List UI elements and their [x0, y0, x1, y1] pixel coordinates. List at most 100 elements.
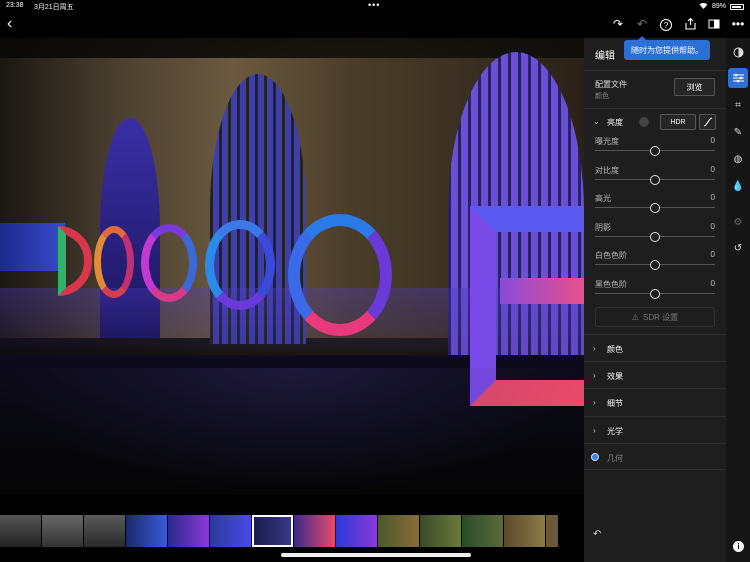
slider-knob[interactable] — [650, 260, 660, 271]
chevron-down-icon: ⌄ — [593, 117, 600, 126]
slider-knob[interactable] — [650, 231, 660, 242]
divider — [584, 108, 726, 109]
sdr-settings-button[interactable]: ⚠ SDR 设置 — [595, 307, 715, 327]
reflection — [0, 368, 584, 495]
versions-icon[interactable]: ⚙ — [728, 212, 748, 232]
filmstrip-thumb[interactable] — [462, 515, 503, 547]
filmstrip-thumb[interactable] — [546, 515, 558, 547]
battery-percent: 89% — [711, 3, 726, 10]
chevron-right-icon: › — [593, 426, 596, 435]
sdr-settings-label: SDR 设置 — [643, 312, 679, 322]
battery-icon — [730, 3, 744, 10]
home-indicator — [281, 553, 471, 557]
help-icon: ? — [660, 19, 672, 31]
slider-row[interactable]: 阴影 0 — [584, 222, 726, 250]
filmstrip-thumb[interactable] — [210, 515, 251, 547]
filmstrip-thumb[interactable] — [126, 515, 167, 547]
slider-value: 0 — [710, 279, 715, 288]
filmstrip-thumb[interactable] — [336, 515, 377, 547]
section-label: 细节 — [607, 399, 623, 408]
divider — [584, 70, 726, 71]
geometry-section-header[interactable]: 几何 — [584, 443, 726, 470]
warning-icon: ⚠ — [631, 312, 640, 322]
filmstrip — [0, 515, 584, 547]
share-icon[interactable] — [682, 16, 698, 32]
multitask-dots-icon[interactable]: ••• — [368, 0, 380, 10]
color-icon[interactable]: 💧 — [728, 176, 748, 196]
slider-value: 0 — [710, 250, 715, 260]
chevron-right-icon: › — [593, 344, 596, 353]
filmstrip-thumb[interactable] — [84, 515, 125, 547]
slider-label: 曝光度 — [595, 137, 619, 146]
slider-row[interactable]: 曝光度 0 — [584, 136, 726, 164]
more-icon[interactable]: ••• — [730, 16, 746, 32]
profile-label: 配置文件 — [595, 80, 627, 89]
filmstrip-thumb[interactable] — [294, 515, 335, 547]
slider-row[interactable]: 高光 0 — [584, 193, 726, 221]
light-section-label: 亮度 — [607, 118, 623, 127]
section-label: 几何 — [607, 454, 623, 463]
filmstrip-thumb[interactable] — [42, 515, 83, 547]
browse-button[interactable]: 浏览 — [674, 78, 715, 96]
slider-label: 对比度 — [595, 165, 619, 175]
light-section-header[interactable]: ⌄ 亮度 HDR — [584, 113, 726, 131]
photo-canvas[interactable] — [0, 38, 584, 495]
slider-knob[interactable] — [650, 289, 660, 299]
redo-icon[interactable]: ↷ — [610, 16, 626, 32]
history-icon[interactable]: ↺ — [728, 238, 748, 258]
slider-row[interactable]: 白色色阶 0 — [584, 250, 726, 278]
filmstrip-thumb[interactable] — [504, 515, 545, 547]
filmstrip-thumb[interactable] — [168, 515, 209, 547]
wifi-icon — [699, 2, 708, 11]
reset-icon[interactable]: ↶ — [593, 529, 601, 540]
section-label: 效果 — [607, 372, 623, 381]
ring — [288, 214, 392, 336]
filmstrip-thumb[interactable] — [378, 515, 419, 547]
tool-rail: ⌗ ✎ ◍ 💧 ⚙ ↺ — [726, 38, 750, 562]
curve-button[interactable] — [699, 114, 716, 130]
effects-section-header[interactable]: › 效果 — [584, 361, 726, 388]
compare-icon[interactable] — [706, 16, 722, 32]
slider-value: 0 — [710, 193, 715, 203]
slider-knob[interactable] — [650, 203, 660, 214]
filmstrip-thumb[interactable] — [420, 515, 461, 547]
profile-value: 颜色 — [595, 93, 609, 100]
section-label: 光学 — [607, 427, 623, 436]
top-toolbar: ‹ ↷ ↶ ? ••• — [0, 12, 750, 38]
status-date: 3月21日周五 — [34, 4, 74, 11]
heal-icon[interactable]: ✎ — [728, 122, 748, 142]
presets-icon[interactable] — [728, 42, 748, 62]
status-bar: 23:38 3月21日周五 ••• 89% — [0, 0, 750, 12]
chevron-left-icon[interactable]: ‹ — [7, 15, 12, 33]
slider-label: 黑色色阶 — [595, 280, 627, 289]
crop-icon[interactable]: ⌗ — [728, 95, 748, 115]
color-section-header[interactable]: › 颜色 — [584, 334, 726, 361]
optics-section-header[interactable]: › 光学 — [584, 416, 726, 443]
ring — [94, 226, 134, 298]
filmstrip-thumb-selected[interactable] — [252, 515, 293, 547]
ring — [205, 220, 275, 310]
slider-row[interactable]: 黑色色阶 0 — [584, 279, 726, 307]
edit-sliders-icon[interactable] — [728, 68, 748, 88]
filmstrip-thumb[interactable] — [0, 515, 41, 547]
slider-label: 高光 — [595, 194, 611, 204]
undo-icon[interactable]: ↶ — [634, 16, 650, 32]
section-label: 颜色 — [607, 345, 623, 354]
slider-row[interactable]: 对比度 0 — [584, 165, 726, 193]
help-button[interactable]: ? — [658, 16, 674, 32]
ring — [141, 224, 197, 302]
info-icon[interactable]: i — [733, 541, 744, 552]
slider-knob[interactable] — [650, 174, 660, 185]
premium-icon — [591, 453, 599, 461]
status-time: 23:38 — [6, 2, 24, 9]
toggle-visibility-icon[interactable] — [639, 117, 649, 127]
chevron-right-icon: › — [593, 371, 596, 380]
letter-e-bar — [500, 278, 584, 304]
hdr-button[interactable]: HDR — [660, 114, 696, 130]
slider-knob[interactable] — [650, 146, 660, 156]
edit-panel: 编辑 配置文件 颜色 浏览 ⌄ 亮度 HDR 曝光度 0 对比度 0 高光 0 阴影 0 白色色… — [584, 38, 726, 562]
masking-icon[interactable]: ◍ — [728, 149, 748, 169]
detail-section-header[interactable]: › 细节 — [584, 388, 726, 415]
slider-value: 0 — [710, 136, 715, 145]
chevron-right-icon: › — [593, 398, 596, 407]
